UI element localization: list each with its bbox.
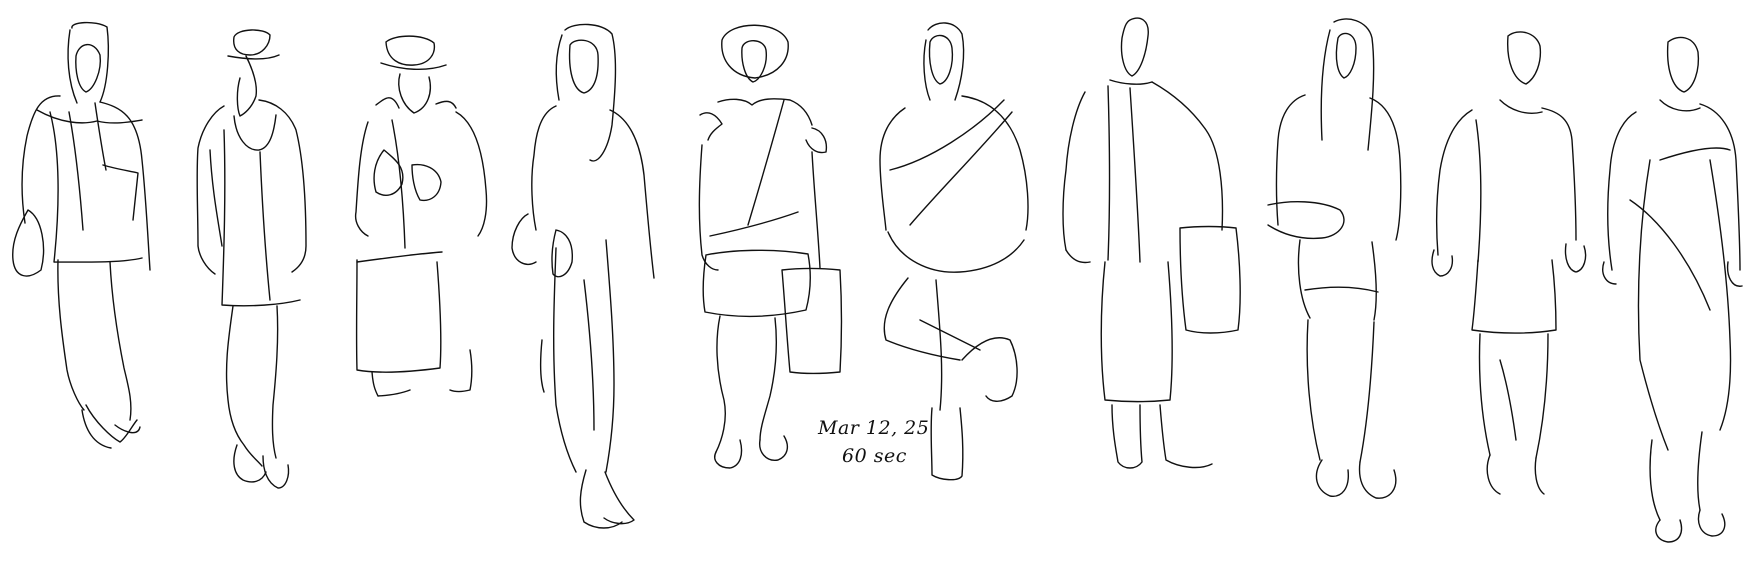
figure-long-hair-shorts — [1267, 18, 1402, 499]
figure-crossed-leg — [879, 22, 1029, 481]
figure-round-hood-bag — [698, 24, 843, 469]
sketch-duration: 60 sec — [842, 445, 907, 467]
figure-hat-coat — [354, 35, 488, 397]
figure-long-coat — [1062, 17, 1241, 469]
sketch-canvas: Mar 12, 25 60 sec — [0, 0, 1761, 584]
figure-long-hair — [511, 23, 655, 529]
figure-cap-jacket — [196, 29, 307, 489]
figure-tunic-gloves — [1431, 31, 1587, 495]
figure-hooded-bag — [12, 21, 151, 449]
figure-draped-dress — [1602, 36, 1743, 543]
sketch-date: Mar 12, 25 — [818, 417, 930, 439]
figure-sketches — [12, 17, 1743, 543]
sketch-note: Mar 12, 25 60 sec — [818, 414, 938, 470]
